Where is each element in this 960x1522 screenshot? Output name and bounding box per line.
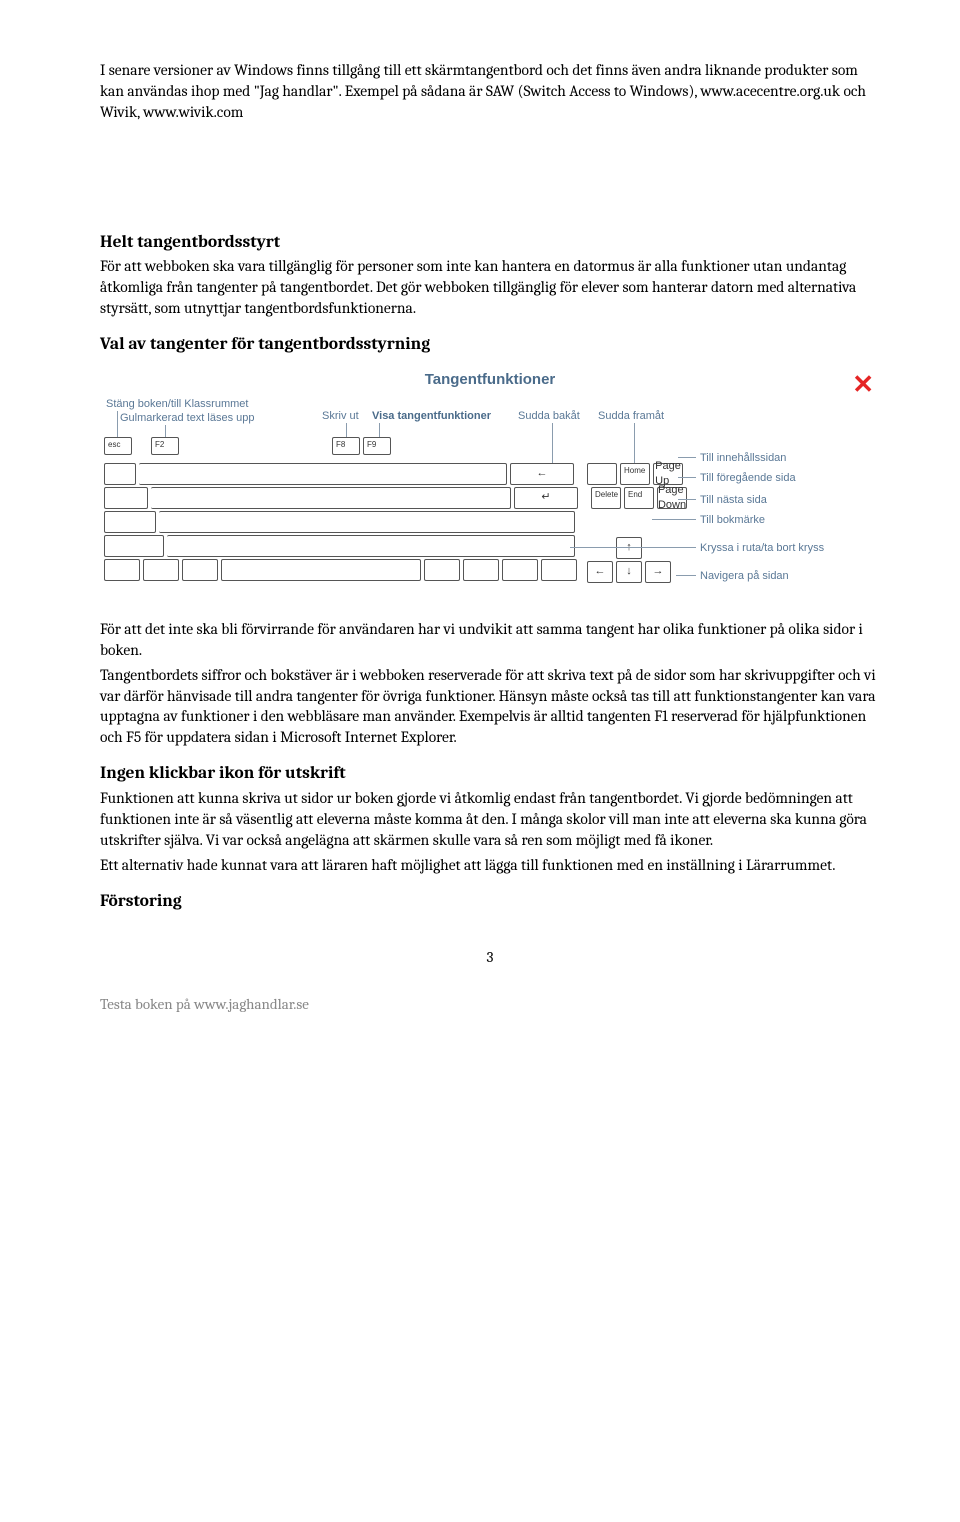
key-blank (104, 511, 156, 533)
key-space (221, 559, 421, 581)
key-left: ← (587, 561, 613, 583)
label-navigera: Navigera på sidan (700, 569, 789, 584)
leader-line (570, 547, 696, 548)
heading-helt-tangentbordsstyrt: Helt tangentbordsstyrt (100, 231, 880, 255)
diagram-title: Tangentfunktioner (425, 370, 556, 390)
leader-line (676, 575, 696, 576)
page-number: 3 (100, 947, 880, 967)
key-pgdn: Page Down (657, 487, 687, 509)
key-blank (104, 487, 148, 509)
label-skriv-ut: Skriv ut (322, 409, 359, 424)
paragraph-s3-1: Funktionen att kunna skriva ut sidor ur … (100, 788, 880, 851)
label-sudda-framat: Sudda framåt (598, 409, 664, 424)
label-sudda-bakat: Sudda bakåt (518, 409, 580, 424)
key-backspace: ← (510, 463, 574, 485)
keyboard-diagram: Tangentfunktioner ✕ Stäng boken/till Kla… (100, 363, 880, 605)
leader-line (117, 411, 118, 437)
diagram-header: Tangentfunktioner ✕ (100, 363, 880, 397)
key-blank (159, 511, 575, 533)
leader-line (379, 423, 380, 437)
kbd-row-3 (104, 511, 578, 533)
leader-line (652, 519, 696, 520)
key-f2: F2 (151, 437, 179, 455)
key-pgup: Page Up (653, 463, 683, 485)
keyboard-layout: Stäng boken/till Klassrummet Skriv ut Vi… (100, 397, 880, 605)
key-blank (104, 463, 136, 485)
spacer (100, 127, 880, 217)
label-foregaende-sida: Till föregående sida (700, 471, 796, 486)
key-blank (541, 559, 577, 581)
key-down: ↓ (616, 561, 642, 583)
key-esc: esc (104, 437, 132, 455)
key-enter: ↵ (514, 487, 578, 509)
leader-line (678, 457, 696, 458)
key-blank (182, 559, 218, 581)
key-blank (151, 487, 511, 509)
paragraph-s3-2: Ett alternativ hade kunnat vara att lära… (100, 855, 880, 876)
kbd-row-5 (104, 559, 580, 581)
key-right: → (645, 561, 671, 583)
leader-line (552, 423, 553, 465)
leader-line (678, 477, 696, 478)
heading-val-tangenter: Val av tangenter för tangentbordsstyrnin… (100, 333, 880, 357)
heading-forstoring: Förstoring (100, 890, 880, 914)
intro-paragraph: I senare versioner av Windows finns till… (100, 60, 880, 123)
key-blank (167, 535, 575, 557)
label-bokmarke: Till bokmärke (700, 513, 765, 528)
leader-line (678, 499, 696, 500)
key-blank (424, 559, 460, 581)
key-blank (104, 535, 164, 557)
paragraph-after-1: För att det inte ska bli förvirrande för… (100, 619, 880, 661)
fn-key-row2: F8 F9 (332, 437, 394, 455)
label-visa-tangentfunktioner: Visa tangentfunktioner (372, 409, 491, 424)
kbd-row-2: ↵ Delete End Page Down (104, 487, 690, 509)
key-delete: Delete (591, 487, 621, 509)
footer-text: Testa boken på www.jaghandlar.se (100, 994, 880, 1014)
fn-key-row: esc F2 (104, 437, 182, 455)
label-stang-boken: Stäng boken/till Klassrummet (106, 397, 248, 412)
key-end: End (624, 487, 654, 509)
kbd-row-1: ← Home Page Up (104, 463, 686, 485)
key-blank (143, 559, 179, 581)
label-gulmarkerad: Gulmarkerad text läses upp (120, 411, 255, 426)
key-up: ↑ (616, 537, 642, 559)
key-f8: F8 (332, 437, 360, 455)
key-blank (104, 559, 140, 581)
label-nasta-sida: Till nästa sida (700, 493, 767, 508)
heading-ingen-klickbar-ikon: Ingen klickbar ikon för utskrift (100, 762, 880, 786)
key-f9: F9 (363, 437, 391, 455)
key-blank (502, 559, 538, 581)
arrow-up-row: ↑ (616, 537, 645, 559)
kbd-row-4 (104, 535, 578, 557)
arrow-bottom-row: ← ↓ → (587, 561, 674, 583)
key-home: Home (620, 463, 650, 485)
paragraph-s1: För att webboken ska vara tillgänglig fö… (100, 256, 880, 319)
label-kryssa: Kryssa i ruta/ta bort kryss (700, 541, 824, 556)
key-blank (139, 463, 507, 485)
key-blank (463, 559, 499, 581)
leader-line (165, 425, 166, 437)
label-innehallssidan: Till innehållssidan (700, 451, 786, 466)
leader-line (346, 423, 347, 437)
paragraph-after-2: Tangentbordets siffror och bokstäver är … (100, 665, 880, 749)
key-insert (587, 463, 617, 485)
leader-line (634, 423, 635, 465)
